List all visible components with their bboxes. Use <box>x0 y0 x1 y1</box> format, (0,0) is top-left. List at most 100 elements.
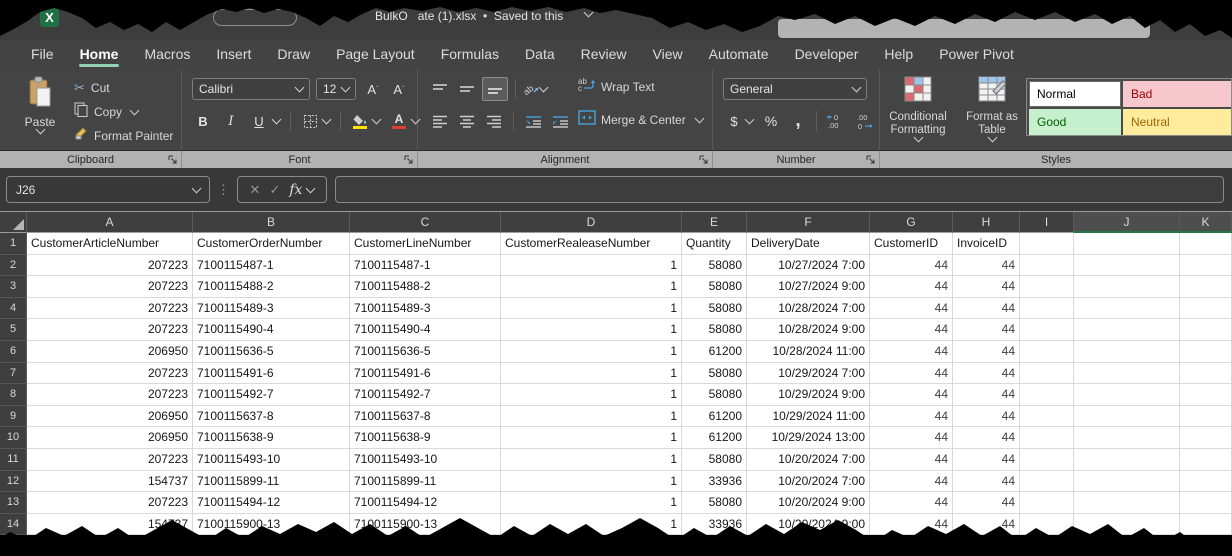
cell-J3[interactable] <box>1074 276 1180 298</box>
row-header-8[interactable]: 8 <box>0 384 27 406</box>
tab-help[interactable]: Help <box>871 40 926 70</box>
cell-H10[interactable]: 44 <box>953 427 1020 449</box>
cell-K10[interactable] <box>1180 427 1232 449</box>
cell-D12[interactable]: 1 <box>501 471 682 493</box>
dialog-launcher-icon[interactable] <box>698 154 709 165</box>
align-right-button[interactable] <box>482 110 506 132</box>
tab-insert[interactable]: Insert <box>203 40 264 70</box>
cell-I11[interactable] <box>1020 449 1074 471</box>
cell-F12[interactable]: 10/20/2024 7:00 <box>747 471 870 493</box>
row-header-11[interactable]: 11 <box>0 449 27 471</box>
cell-J1[interactable] <box>1074 233 1180 255</box>
cell-K3[interactable] <box>1180 276 1232 298</box>
cell-H8[interactable]: 44 <box>953 384 1020 406</box>
cell-H1[interactable]: InvoiceID <box>953 233 1020 255</box>
format-painter-button[interactable]: Format Painter <box>74 124 173 148</box>
chevron-down-icon[interactable] <box>322 115 332 125</box>
cell-A5[interactable]: 207223 <box>27 319 193 341</box>
cell-G8[interactable]: 44 <box>870 384 953 406</box>
cell-F6[interactable]: 10/28/2024 11:00 <box>747 341 870 363</box>
cell-H4[interactable]: 44 <box>953 298 1020 320</box>
orientation-button[interactable]: ab <box>523 78 541 100</box>
cell-J9[interactable] <box>1074 406 1180 428</box>
decrease-decimal-button[interactable]: .000 <box>855 110 875 132</box>
cell-J4[interactable] <box>1074 298 1180 320</box>
cell-H3[interactable]: 44 <box>953 276 1020 298</box>
cell-B6[interactable]: 7100115636-5 <box>193 341 350 363</box>
align-top-button[interactable] <box>428 78 452 100</box>
cell-I6[interactable] <box>1020 341 1074 363</box>
cell-C10[interactable]: 7100115638-9 <box>350 427 501 449</box>
cell-G11[interactable]: 44 <box>870 449 953 471</box>
font-family-select[interactable]: Calibri <box>192 78 310 100</box>
cell-I10[interactable] <box>1020 427 1074 449</box>
cell-G6[interactable]: 44 <box>870 341 953 363</box>
row-header-10[interactable]: 10 <box>0 427 27 449</box>
cell-A4[interactable]: 207223 <box>27 298 193 320</box>
cell-C1[interactable]: CustomerLineNumber <box>350 233 501 255</box>
fill-color-button[interactable] <box>351 110 369 132</box>
column-header-J[interactable]: J <box>1074 212 1180 233</box>
column-header-K[interactable]: K <box>1180 212 1232 233</box>
row-header-5[interactable]: 5 <box>0 319 27 341</box>
cell-H14[interactable]: 44 <box>953 514 1020 536</box>
cell-style-neutral[interactable]: Neutral <box>1123 109 1232 135</box>
cell-D6[interactable]: 1 <box>501 341 682 363</box>
cancel-icon[interactable]: ✕ <box>250 182 261 198</box>
borders-button[interactable] <box>301 110 319 132</box>
cell-F11[interactable]: 10/20/2024 7:00 <box>747 449 870 471</box>
cell-K6[interactable] <box>1180 341 1232 363</box>
cell-E9[interactable]: 61200 <box>682 406 747 428</box>
tab-home[interactable]: Home <box>67 40 132 70</box>
row-header-12[interactable]: 12 <box>0 471 27 493</box>
column-header-H[interactable]: H <box>953 212 1020 233</box>
cell-H2[interactable]: 44 <box>953 255 1020 277</box>
cell-F2[interactable]: 10/27/2024 7:00 <box>747 255 870 277</box>
cell-J10[interactable] <box>1074 427 1180 449</box>
cell-I9[interactable] <box>1020 406 1074 428</box>
name-box-resize-handle[interactable]: ⋮ <box>217 182 230 198</box>
row-header-3[interactable]: 3 <box>0 276 27 298</box>
cell-J7[interactable] <box>1074 363 1180 385</box>
merge-center-button[interactable]: Merge & Center <box>578 110 703 130</box>
insert-function-icon[interactable]: fx <box>289 182 302 198</box>
cell-D3[interactable]: 1 <box>501 276 682 298</box>
chevron-down-icon[interactable] <box>306 183 316 193</box>
cell-G9[interactable]: 44 <box>870 406 953 428</box>
cell-J2[interactable] <box>1074 255 1180 277</box>
cell-style-good[interactable]: Good <box>1029 109 1121 135</box>
name-box[interactable]: J26 <box>6 176 210 203</box>
tab-power-pivot[interactable]: Power Pivot <box>926 40 1027 70</box>
cell-A11[interactable]: 207223 <box>27 449 193 471</box>
row-header-1[interactable]: 1 <box>0 233 27 255</box>
cell-A13[interactable]: 207223 <box>27 492 193 514</box>
cell-E4[interactable]: 58080 <box>682 298 747 320</box>
cell-K13[interactable] <box>1180 492 1232 514</box>
cell-E5[interactable]: 58080 <box>682 319 747 341</box>
cell-G2[interactable]: 44 <box>870 255 953 277</box>
cell-I1[interactable] <box>1020 233 1074 255</box>
cell-F3[interactable]: 10/27/2024 9:00 <box>747 276 870 298</box>
row-header-9[interactable]: 9 <box>0 406 27 428</box>
chevron-down-icon[interactable] <box>745 115 755 125</box>
cell-B12[interactable]: 7100115899-11 <box>193 471 350 493</box>
cell-D8[interactable]: 1 <box>501 384 682 406</box>
cell-I2[interactable] <box>1020 255 1074 277</box>
cell-C6[interactable]: 7100115636-5 <box>350 341 501 363</box>
cell-J12[interactable] <box>1074 471 1180 493</box>
cell-K7[interactable] <box>1180 363 1232 385</box>
cell-D5[interactable]: 1 <box>501 319 682 341</box>
cell-D9[interactable]: 1 <box>501 406 682 428</box>
row-header-13[interactable]: 13 <box>0 492 27 514</box>
tab-formulas[interactable]: Formulas <box>428 40 512 70</box>
cell-B4[interactable]: 7100115489-3 <box>193 298 350 320</box>
cell-E10[interactable]: 61200 <box>682 427 747 449</box>
cell-G1[interactable]: CustomerID <box>870 233 953 255</box>
cell-G10[interactable]: 44 <box>870 427 953 449</box>
chevron-down-icon[interactable] <box>372 115 382 125</box>
cell-H9[interactable]: 44 <box>953 406 1020 428</box>
cell-K11[interactable] <box>1180 449 1232 471</box>
cell-J6[interactable] <box>1074 341 1180 363</box>
cell-G12[interactable]: 44 <box>870 471 953 493</box>
cell-J11[interactable] <box>1074 449 1180 471</box>
